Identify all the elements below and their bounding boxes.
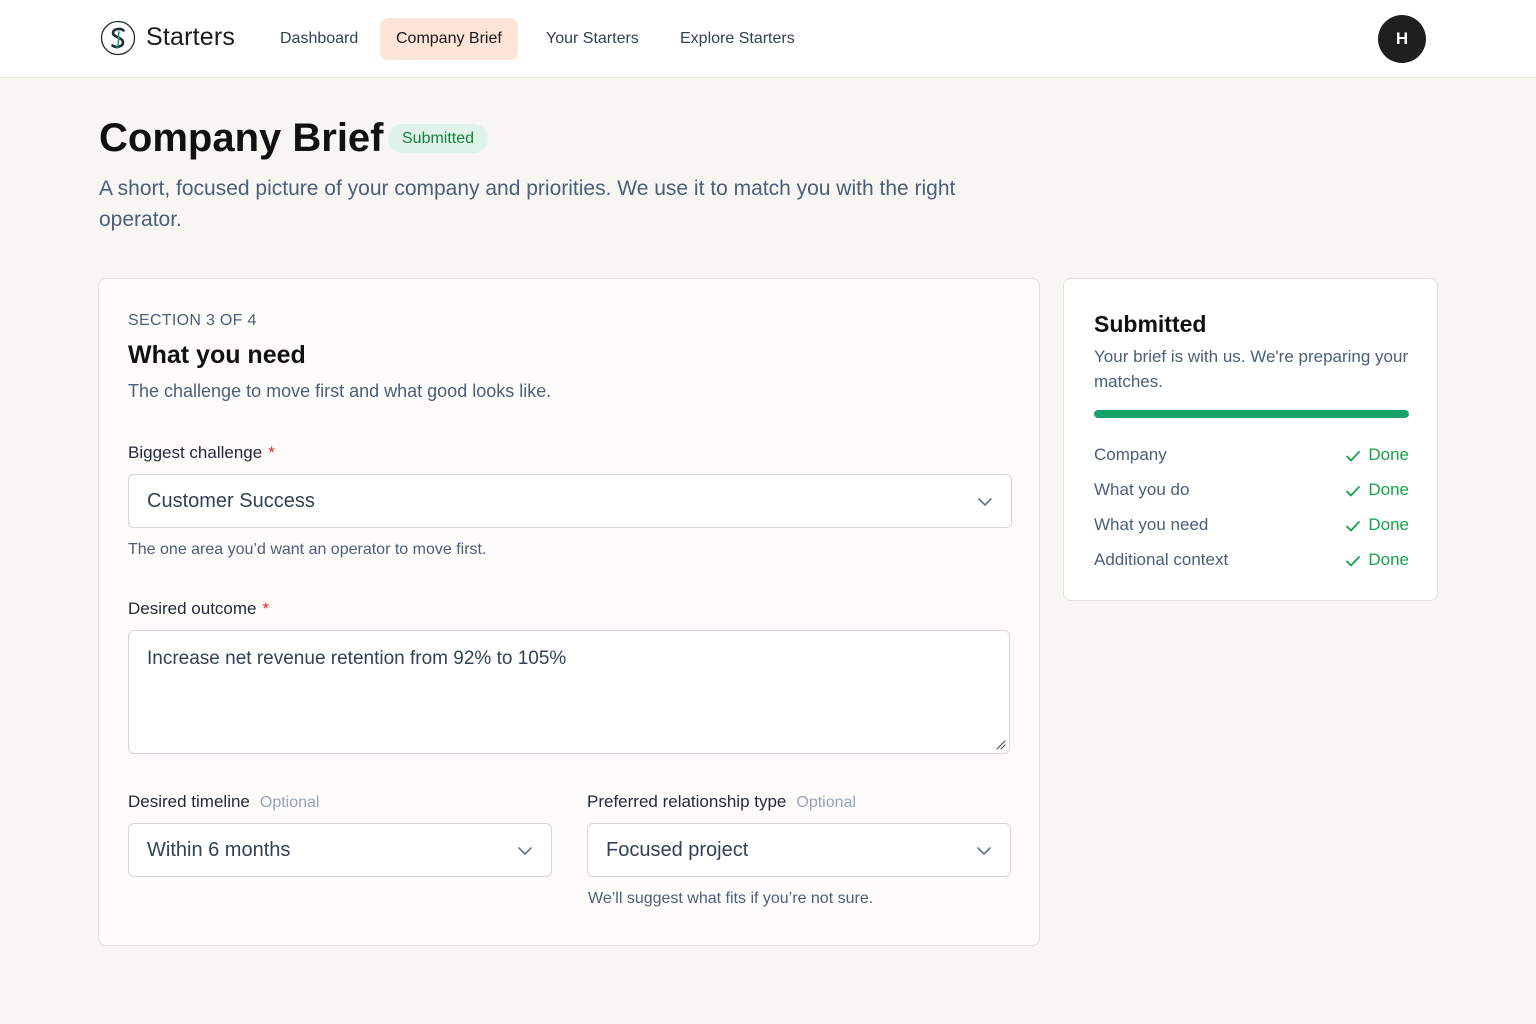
nav-company-brief[interactable]: Company Brief [380, 18, 518, 60]
progress-bar-fill [1094, 410, 1409, 418]
status-card-text: Your brief is with us. We're preparing y… [1094, 347, 1409, 391]
step-row-what-you-need: What you need Done [1094, 515, 1409, 539]
status-badge: Submitted [388, 124, 489, 153]
page-title: Company Brief [99, 116, 384, 160]
relationship-select-value: Focused project [606, 839, 749, 861]
step-row-what-you-do: What you do Done [1094, 480, 1409, 504]
brand-name[interactable]: Starters [146, 23, 235, 52]
timeline-select-value: Within 6 months [147, 839, 291, 861]
starters-logo-icon[interactable] [100, 20, 136, 56]
check-icon [1346, 451, 1360, 462]
required-mark: * [262, 599, 270, 618]
challenge-help-text: The one area you’d want an operator to m… [128, 541, 487, 558]
user-avatar[interactable]: H [1378, 15, 1426, 63]
nav-explore-starters[interactable]: Explore Starters [664, 18, 811, 60]
check-icon [1346, 486, 1360, 497]
section-description: The challenge to move first and what goo… [128, 381, 552, 401]
check-icon [1346, 556, 1360, 567]
relationship-select[interactable]: Focused project [587, 823, 1011, 877]
section-title: What you need [128, 341, 306, 369]
step-label: Additional context [1094, 550, 1229, 569]
chevron-down-icon [978, 498, 992, 506]
nav-dashboard[interactable]: Dashboard [264, 18, 374, 60]
required-mark: * [268, 443, 275, 462]
relationship-label-text: Preferred relationship type [587, 792, 787, 811]
timeline-label-text: Desired timeline [128, 792, 250, 811]
step-label: Company [1094, 445, 1167, 464]
challenge-label-text: Biggest challenge [128, 443, 263, 462]
step-status: Done [1368, 480, 1409, 499]
status-card-title: Submitted [1094, 311, 1207, 337]
resize-handle-icon[interactable] [994, 738, 1006, 750]
timeline-select[interactable]: Within 6 months [128, 823, 552, 877]
chevron-down-icon [977, 847, 991, 855]
brief-form-card: SECTION 3 OF 4 What you need The challen… [98, 278, 1040, 946]
relationship-label: Preferred relationship type Optional [587, 792, 856, 812]
submission-status-card: Submitted Your brief is with us. We're p… [1063, 278, 1438, 601]
outcome-textarea[interactable]: Increase net revenue retention from 92% … [128, 630, 1010, 754]
step-row-company: Company Done [1094, 445, 1409, 469]
challenge-select-value: Customer Success [147, 490, 315, 512]
challenge-select[interactable]: Customer Success [128, 474, 1012, 528]
page-subtitle: A short, focused picture of your company… [99, 177, 956, 231]
challenge-label: Biggest challenge * [128, 443, 275, 463]
section-kicker: SECTION 3 OF 4 [128, 312, 257, 329]
timeline-label: Desired timeline Optional [128, 792, 319, 812]
optional-tag: Optional [796, 794, 856, 811]
outcome-textarea-value: Increase net revenue retention from 92% … [147, 648, 567, 669]
check-icon [1346, 521, 1360, 532]
progress-bar [1094, 410, 1409, 418]
step-status: Done [1368, 445, 1409, 464]
step-status: Done [1368, 550, 1409, 569]
step-label: What you do [1094, 480, 1190, 499]
outcome-label-text: Desired outcome [128, 599, 257, 618]
outcome-label: Desired outcome * [128, 599, 269, 619]
top-nav: Starters Dashboard Company Brief Your St… [0, 0, 1536, 78]
optional-tag: Optional [259, 794, 320, 811]
chevron-down-icon [518, 847, 532, 855]
step-label: What you need [1094, 515, 1209, 534]
nav-your-starters[interactable]: Your Starters [530, 18, 655, 60]
step-status: Done [1368, 515, 1409, 534]
relationship-help-text: We’ll suggest what fits if you’re not su… [588, 890, 874, 907]
step-row-additional-context: Additional context Done [1094, 550, 1409, 574]
